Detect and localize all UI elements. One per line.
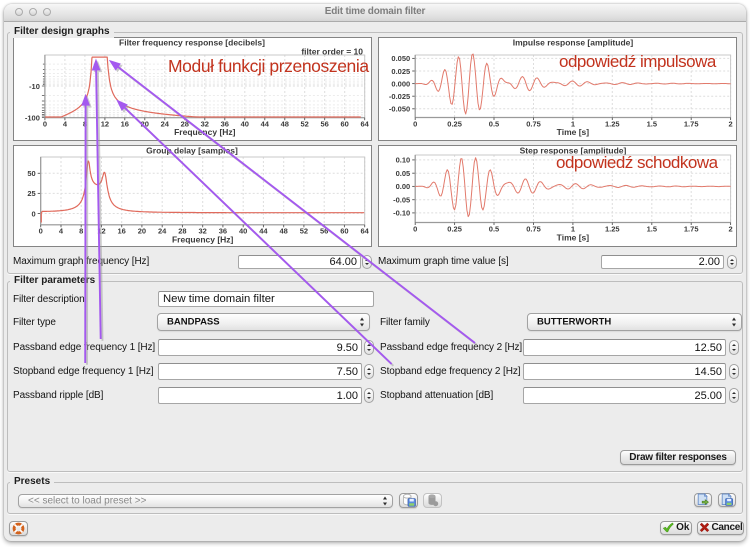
svg-text:20: 20 [141,120,149,129]
svg-text:0: 0 [413,120,417,129]
svg-text:60: 60 [341,120,349,129]
svg-text:64: 64 [361,227,370,236]
svg-text:Filter frequency response [dec: Filter frequency response [decibels] [119,38,265,48]
svg-text:2: 2 [729,225,733,234]
svg-text:44: 44 [259,227,268,236]
svg-text:-100: -100 [25,113,40,122]
svg-text:12: 12 [97,227,105,236]
svg-text:40: 40 [239,227,247,236]
svg-text:56: 56 [321,120,329,129]
svg-text:48: 48 [281,120,289,129]
svg-text:-0.10: -0.10 [393,209,410,218]
svg-text:1.75: 1.75 [684,120,699,129]
svg-text:0: 0 [32,209,36,218]
svg-text:8: 8 [79,227,83,236]
svg-text:0.050: 0.050 [391,54,410,63]
svg-text:Frequency [Hz]: Frequency [Hz] [174,127,236,137]
svg-text:1.25: 1.25 [605,225,620,234]
svg-text:Group delay [samples]: Group delay [samples] [146,146,238,156]
svg-text:12: 12 [101,120,109,129]
svg-text:4: 4 [59,227,64,236]
svg-text:0.25: 0.25 [447,225,462,234]
svg-text:24: 24 [158,227,167,236]
svg-text:-10: -10 [29,82,40,91]
svg-text:16: 16 [118,227,126,236]
svg-text:-0.025: -0.025 [389,92,410,101]
svg-text:24: 24 [161,120,170,129]
svg-text:Time [s]: Time [s] [557,233,590,243]
svg-text:-0.05: -0.05 [393,196,410,205]
svg-text:0.25: 0.25 [447,120,462,129]
svg-text:2: 2 [729,120,733,129]
svg-text:20: 20 [138,227,146,236]
svg-text:0: 0 [413,225,417,234]
svg-text:1.5: 1.5 [647,120,657,129]
svg-text:25: 25 [27,189,35,198]
svg-text:8: 8 [83,120,87,129]
svg-text:0.5: 0.5 [489,225,499,234]
svg-text:64: 64 [361,120,370,129]
svg-text:52: 52 [301,120,309,129]
svg-text:0.75: 0.75 [526,225,541,234]
svg-text:1.5: 1.5 [647,225,657,234]
svg-text:60: 60 [340,227,348,236]
svg-text:Frequency [Hz]: Frequency [Hz] [172,235,234,245]
svg-text:0.025: 0.025 [391,67,410,76]
svg-text:16: 16 [121,120,129,129]
svg-text:0.5: 0.5 [489,120,499,129]
svg-text:52: 52 [300,227,308,236]
svg-text:Impulse response [amplitude]: Impulse response [amplitude] [513,38,634,48]
svg-text:0.000: 0.000 [391,79,410,88]
svg-text:1.75: 1.75 [684,225,699,234]
svg-text:44: 44 [261,120,270,129]
svg-text:0.00: 0.00 [396,182,411,191]
svg-text:0.75: 0.75 [526,120,541,129]
svg-text:0.05: 0.05 [396,169,411,178]
svg-text:48: 48 [280,227,288,236]
svg-text:50: 50 [27,169,35,178]
svg-text:1.25: 1.25 [605,120,620,129]
svg-text:40: 40 [241,120,249,129]
svg-text:Time [s]: Time [s] [557,127,590,137]
svg-text:0: 0 [39,227,43,236]
svg-text:56: 56 [320,227,328,236]
svg-text:0.10: 0.10 [396,156,411,165]
svg-text:4: 4 [63,120,68,129]
svg-text:-0.050: -0.050 [389,105,410,114]
svg-text:0: 0 [43,120,47,129]
